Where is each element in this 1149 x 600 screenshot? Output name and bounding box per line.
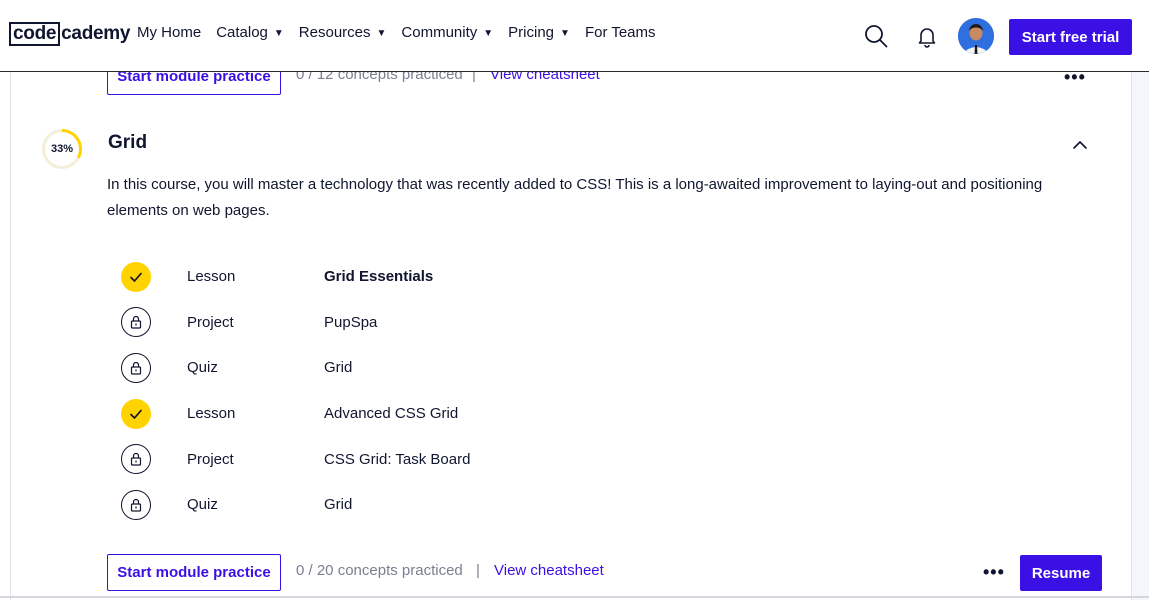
logo-rest-text: cademy xyxy=(61,23,131,44)
content-item-name[interactable]: PupSpa xyxy=(324,314,377,331)
logo-boxed-text: code xyxy=(9,22,61,46)
module-progress-label: 33% xyxy=(50,143,74,155)
content-item[interactable]: Lesson Grid Essentials xyxy=(121,254,1021,300)
codecademy-logo[interactable]: code cademy xyxy=(9,22,130,46)
content-left-border xyxy=(10,72,11,600)
lock-icon xyxy=(121,444,151,475)
module-title: Grid xyxy=(108,132,148,153)
nav-community[interactable]: Community ▼ xyxy=(401,24,493,41)
chevron-up-icon[interactable] xyxy=(1070,136,1090,152)
nav-my-home[interactable]: My Home xyxy=(137,24,201,41)
bottom-divider xyxy=(0,596,1149,598)
separator: | xyxy=(476,562,480,579)
lock-icon xyxy=(121,489,151,520)
nav-label: Catalog xyxy=(216,24,268,41)
top-navbar: code cademy My Home Catalog ▼ Resources … xyxy=(0,0,1149,72)
avatar[interactable] xyxy=(958,18,994,54)
content-item-type: Project xyxy=(187,313,234,331)
nav-for-teams[interactable]: For Teams xyxy=(585,24,656,41)
content-item-name[interactable]: CSS Grid: Task Board xyxy=(324,451,470,468)
content-item[interactable]: Project CSS Grid: Task Board xyxy=(121,436,1021,482)
main-nav: My Home Catalog ▼ Resources ▼ Community … xyxy=(137,24,671,41)
nav-label: Community xyxy=(401,24,478,41)
nav-label: My Home xyxy=(137,24,202,41)
nav-pricing[interactable]: Pricing ▼ xyxy=(508,24,570,41)
content-item-type: Project xyxy=(187,450,234,468)
content-item-name[interactable]: Grid xyxy=(324,359,352,376)
course-page: code cademy My Home Catalog ▼ Resources … xyxy=(0,0,1149,600)
content-item[interactable]: Quiz Grid xyxy=(121,482,1021,528)
resume-button[interactable]: Resume xyxy=(1020,555,1102,591)
more-options-icon[interactable]: ••• xyxy=(983,562,1005,583)
caret-down-icon: ▼ xyxy=(483,28,494,39)
content-item-name[interactable]: Grid xyxy=(324,496,352,513)
view-cheatsheet-link[interactable]: View cheatsheet xyxy=(494,562,604,579)
nav-label: Pricing xyxy=(508,24,555,41)
bell-icon[interactable] xyxy=(915,24,939,48)
start-module-practice-button[interactable]: Start module practice xyxy=(107,554,281,591)
caret-down-icon: ▼ xyxy=(273,28,284,39)
module-content-list: Lesson Grid Essentials Project PupSpa Qu… xyxy=(121,254,1021,528)
nav-label: Resources xyxy=(298,24,371,41)
caret-down-icon: ▼ xyxy=(560,28,570,39)
checkmark-icon xyxy=(121,261,151,292)
content-item[interactable]: Project PupSpa xyxy=(121,300,1021,346)
checkmark-icon xyxy=(121,398,151,429)
content-item-type: Lesson xyxy=(187,405,236,423)
nav-resources[interactable]: Resources ▼ xyxy=(299,24,387,41)
lock-icon xyxy=(121,352,151,383)
page-scrollbar[interactable] xyxy=(1131,72,1149,600)
content-item-name[interactable]: Grid Essentials xyxy=(324,268,433,285)
content-item-type: Quiz xyxy=(187,359,218,377)
caret-down-icon: ▼ xyxy=(376,28,387,39)
start-free-trial-button[interactable]: Start free trial xyxy=(1009,19,1132,55)
lock-icon xyxy=(121,307,151,338)
content-item-name[interactable]: Advanced CSS Grid xyxy=(324,405,458,422)
content-item-type: Quiz xyxy=(187,496,218,514)
content-item-type: Lesson xyxy=(187,268,236,286)
content-item[interactable]: Lesson Advanced CSS Grid xyxy=(121,391,1021,437)
nav-label: For Teams xyxy=(584,24,656,41)
module-description: In this course, you will master a techno… xyxy=(107,176,1043,219)
nav-catalog[interactable]: Catalog ▼ xyxy=(216,24,284,41)
content-item[interactable]: Quiz Grid xyxy=(121,345,1021,391)
concepts-practiced-count: 0 / 20 concepts practiced xyxy=(296,562,463,579)
search-icon[interactable] xyxy=(864,24,888,48)
